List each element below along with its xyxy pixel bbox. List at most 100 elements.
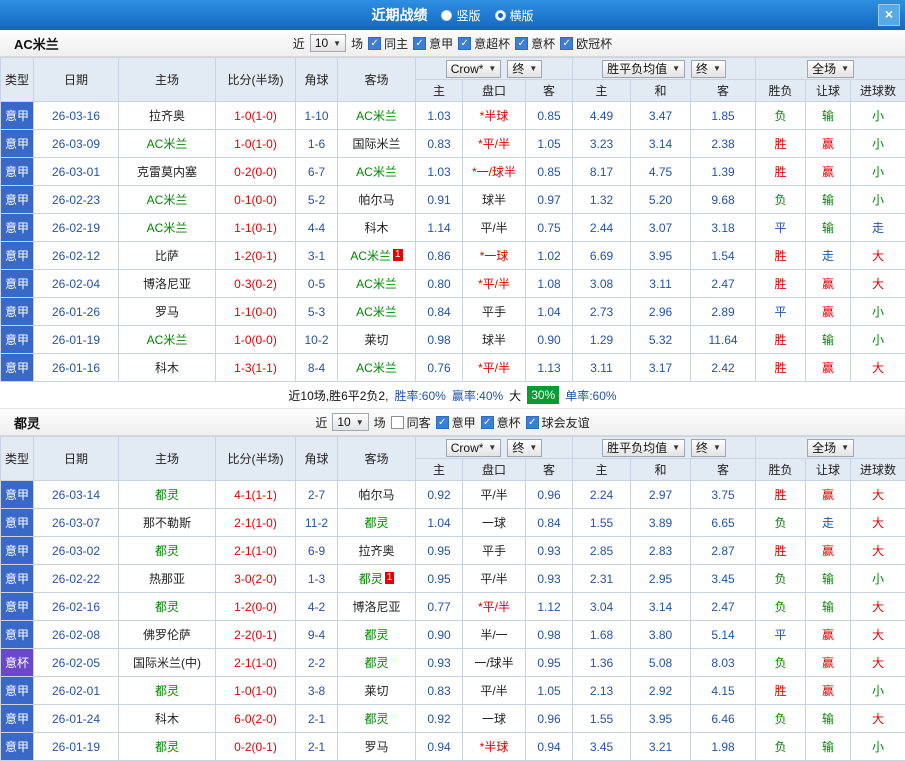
result-cell: 负 [756,102,806,130]
filter-checkbox[interactable]: ✓意杯 [515,35,555,52]
checkbox-icon[interactable]: ✓ [526,416,539,429]
score-cell: 1-2(0-1) [216,242,296,270]
filter-checkbox[interactable]: ✓意甲 [413,35,453,52]
filter-checkbox[interactable]: ✓欧冠杯 [560,35,612,52]
radio-horizontal-layout[interactable]: 横版 [495,7,534,24]
goals-result-cell: 小 [851,158,905,186]
corner-cell: 4-2 [296,593,338,621]
result-cell: 负 [756,509,806,537]
team-name: 博洛尼亚 [143,277,191,291]
home-team-cell: 拉齐奥 [119,102,216,130]
summary-record: 近10场,胜6平2负2, [288,387,388,404]
home-team-cell: AC米兰 [119,186,216,214]
handicap-result-cell: 赢 [806,298,851,326]
team-name: 帕尔马 [358,488,394,502]
type-cell: 意甲 [1,481,34,509]
radio-vertical-layout[interactable]: 竖版 [441,7,480,24]
radio-icon[interactable] [441,10,452,21]
handicap-cell: *平/半 [463,270,526,298]
col-header-eu-away: 客 [691,459,756,481]
filter-checkbox[interactable]: ✓意甲 [436,414,476,431]
team-name: 热那亚 [149,572,185,586]
radio-selected-icon[interactable] [495,10,506,21]
eu-away-odds-cell: 11.64 [691,326,756,354]
scope-select[interactable]: 全场▼ [807,60,854,78]
team-name: 都灵 [155,544,179,558]
checkbox-icon[interactable] [391,416,404,429]
dropdown-arrow-icon: ▼ [488,443,496,452]
score-cell: 2-1(1-0) [216,509,296,537]
handicap-cell: 一球 [463,705,526,733]
score-cell: 1-0(1-0) [216,102,296,130]
filter-checkbox[interactable]: 同客 [391,414,431,431]
checkbox-icon[interactable]: ✓ [481,416,494,429]
checkbox-label: 意杯 [497,414,521,431]
eu-final-select[interactable]: 终▼ [691,439,726,457]
home-team-cell: 科木 [119,705,216,733]
col-header-goals: 进球数 [851,459,905,481]
radio-label: 横版 [510,7,534,24]
col-header-eu-home: 主 [573,459,631,481]
asia-home-odds-cell: 0.77 [416,593,463,621]
match-count-select[interactable]: 10▼ [310,34,346,52]
eu-draw-odds-cell: 2.83 [631,537,691,565]
summary-cover-rate: 赢率:40% [452,387,503,404]
asia-home-odds-cell: 0.91 [416,186,463,214]
bookmaker-select[interactable]: Crow*▼ [446,439,502,457]
eu-draw-odds-cell: 5.32 [631,326,691,354]
scope-select[interactable]: 全场 ▼ [807,439,854,457]
eu-final-select[interactable]: 终▼ [691,60,726,78]
asia-final-select[interactable]: 终▼ [507,60,542,78]
col-header-eu-home: 主 [573,80,631,102]
checkbox-icon[interactable]: ✓ [368,37,381,50]
goals-result-cell: 小 [851,565,905,593]
checkbox-icon[interactable]: ✓ [560,37,573,50]
team-name: 科木 [364,221,388,235]
close-button[interactable]: × [878,4,900,26]
eu-home-odds-cell: 1.29 [573,326,631,354]
checkbox-icon[interactable]: ✓ [436,416,449,429]
away-team-cell: 莱切 [338,326,416,354]
away-team-cell: 都灵 [338,705,416,733]
filter-checkbox[interactable]: ✓球会友谊 [526,414,590,431]
type-cell: 意甲 [1,593,34,621]
filter-checkbox[interactable]: ✓意超杯 [458,35,510,52]
dropdown-arrow-icon: ▼ [841,443,849,452]
handicap-result-cell: 赢 [806,537,851,565]
eu-draw-odds-cell: 4.75 [631,158,691,186]
bookmaker-select[interactable]: Crow*▼ [446,60,502,78]
scope-select-value: 全场 [812,439,836,456]
eu-draw-odds-cell: 2.92 [631,677,691,705]
type-cell: 意甲 [1,537,34,565]
summary-win-rate: 胜率:60% [394,387,445,404]
asia-odds-group-header: Crow*▼ 终▼ [416,58,573,80]
match-row: 意甲26-01-16科木1-3(1-1)8-4AC米兰0.76*平/半1.133… [1,354,905,382]
filter-checkbox[interactable]: ✓意杯 [481,414,521,431]
result-cell: 平 [756,214,806,242]
col-header-result: 胜负 [756,80,806,102]
eu-draw-odds-cell: 3.14 [631,593,691,621]
date-cell: 26-02-05 [34,649,119,677]
eu-draw-odds-cell: 3.11 [631,270,691,298]
eu-away-odds-cell: 2.47 [691,270,756,298]
eu-away-odds-cell: 6.65 [691,509,756,537]
asia-home-odds-cell: 0.92 [416,481,463,509]
checkbox-icon[interactable]: ✓ [413,37,426,50]
corner-cell: 5-3 [296,298,338,326]
home-team-cell: 罗马 [119,298,216,326]
team-name: 莱切 [364,684,388,698]
checkbox-icon[interactable]: ✓ [515,37,528,50]
filter-checkbox[interactable]: ✓同主 [368,35,408,52]
eu-average-select[interactable]: 胜平负均值▼ [602,439,685,457]
corner-cell: 4-4 [296,214,338,242]
eu-average-select[interactable]: 胜平负均值▼ [602,60,685,78]
asia-final-select[interactable]: 终▼ [507,439,542,457]
result-cell: 负 [756,593,806,621]
handicap-cell: 平手 [463,537,526,565]
match-row: 意甲26-02-16都灵1-2(0-0)4-2博洛尼亚0.77*平/半1.123… [1,593,905,621]
eu-draw-odds-cell: 5.20 [631,186,691,214]
checkbox-icon[interactable]: ✓ [458,37,471,50]
games-label: 场 [351,35,363,52]
score-cell: 1-1(0-0) [216,298,296,326]
match-count-select[interactable]: 10▼ [332,413,368,431]
